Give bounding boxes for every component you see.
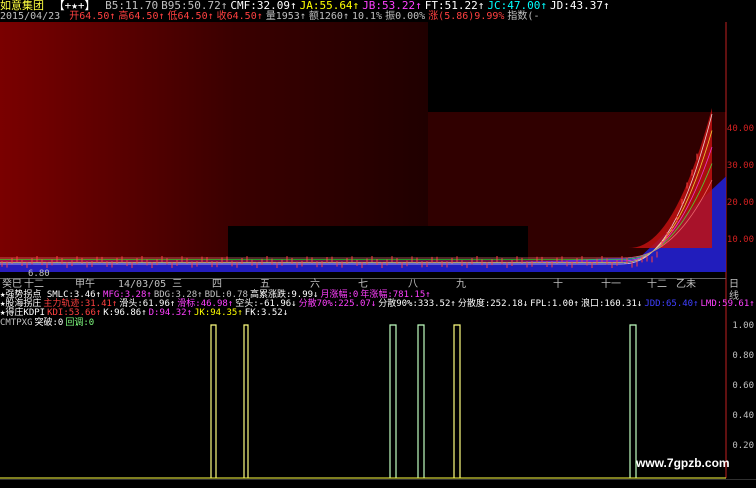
indicator-value: 分散70%:225.07↓ (298, 299, 377, 309)
sub-chart-axis: 1.00 0.80 0.60 0.40 0.20 (726, 318, 756, 478)
indicator-value: D:94.32↑ (148, 308, 192, 318)
price-axis-tick: 40.00 (726, 124, 754, 134)
quote-item: 额1260↑ (308, 11, 349, 22)
indicator-value: FPL:1.00↑ (530, 299, 579, 309)
price-axis-tick: 30.00 (726, 161, 754, 171)
signal-pulse (417, 324, 425, 478)
time-axis-label: 乙未 (676, 279, 696, 290)
time-axis-label: 十一 (601, 279, 621, 290)
time-axis-label: 九 (456, 279, 466, 290)
indicator-row-kdpi[interactable]: ★得庄KDPI KDI:53.66↑ K:96.86↑ D:94.32↑ JK:94.3… (0, 308, 290, 318)
indicator-value: 回调:0 (65, 318, 95, 328)
indicator-value: LMD:59.61↑ (700, 299, 755, 309)
quote-item: 量1953↑ (265, 11, 306, 22)
price-axis-tick: 20.00 (726, 198, 754, 208)
indicator-value: FK:3.52↓ (244, 308, 289, 318)
indicator-value: 突破:0 (34, 318, 64, 328)
time-axis-label: 十 (553, 279, 563, 290)
quote-item: 涨(5.86)9.99% (428, 11, 505, 22)
chart-canvas[interactable]: 6.80 (0, 0, 756, 487)
signal-pulse (210, 324, 217, 478)
quote-item: 指数(- (507, 11, 540, 22)
indicator-value: KDI:53.66↑ (47, 308, 102, 318)
sub-axis-tick: 0.40 (732, 411, 754, 421)
signal-pulse (389, 324, 397, 478)
header-metric: JD:43.37↑ (550, 0, 610, 12)
quote-date: 2015/04/23 (0, 11, 61, 22)
chart-blank-area (228, 226, 528, 260)
indicator-row-cmtpxg[interactable]: CMTPXG 突破:0 回调:0 (0, 318, 96, 328)
indicator-value: JDD:65.40↑ (644, 299, 699, 309)
quote-items: 开64.50↑ 高64.50↑ 低64.50↑ 收64.50↑ 量1953↑ 额1260↑… (69, 11, 542, 22)
chart-blank-area (428, 22, 726, 112)
indicator-value: JK:94.35↑ (194, 308, 243, 318)
signal-pulse (243, 324, 249, 478)
indicator-value: ★得庄KDPI (0, 308, 46, 318)
indicator-value: K:96.86↑ (103, 308, 147, 318)
quote-item: 开64.50↑ (69, 11, 116, 22)
sub-axis-tick: 0.20 (732, 441, 754, 451)
indicator-value: 分散90%:333.52↑ (378, 299, 456, 309)
quote-item: 10.1% (351, 11, 383, 22)
quote-item: 低64.50↑ (167, 11, 214, 22)
sub-axis-tick: 0.80 (732, 351, 754, 361)
main-price-axis: 40.00 30.00 20.00 10.00 (726, 0, 756, 300)
indicator-value: 浪口:160.31↓ (580, 299, 643, 309)
indicator-value: CMTPXG (0, 318, 33, 328)
indicator-value: 分散度:252.18↓ (457, 299, 529, 309)
sub-axis-tick: 0.60 (732, 381, 754, 391)
sub-axis-tick: 1.00 (732, 321, 754, 331)
stock-header: 如意集团 【+★+】 B5:11.70 B95:50.72↑ CMF:32.09↑ J… (0, 0, 616, 11)
signal-pulse (453, 324, 461, 478)
time-axis-label: 十二 (647, 279, 667, 290)
quote-item: 高64.50↑ (118, 11, 165, 22)
quote-item: 收64.50↑ (216, 11, 263, 22)
site-watermark: www.7gpzb.com (636, 456, 730, 470)
quote-item: 振0.00% (385, 11, 426, 22)
quote-bar: 2015/04/23 开64.50↑ 高64.50↑ 低64.50↑ 收64.50↑ 量… (0, 11, 545, 22)
price-axis-tick: 10.00 (726, 235, 754, 245)
